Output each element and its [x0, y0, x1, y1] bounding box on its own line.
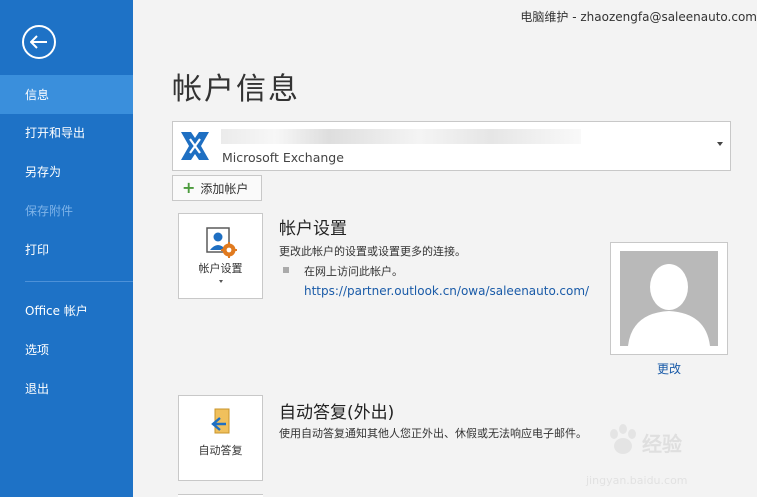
person-silhouette-icon	[628, 264, 710, 346]
dropdown-caret-icon	[717, 142, 723, 146]
owa-link[interactable]: https://partner.outlook.cn/owa/saleenaut…	[304, 284, 589, 298]
plus-icon: +	[182, 178, 196, 197]
auto-reply-tile-label: 自动答复	[198, 444, 243, 457]
watermark-url: jingyan.baidu.com	[586, 474, 688, 487]
account-settings-icon	[206, 227, 237, 258]
sidebar-item-exit[interactable]: 退出	[0, 369, 133, 408]
chevron-down-icon	[219, 280, 223, 283]
user-separator: -	[568, 10, 581, 24]
sidebar-item-save-attachments: 保存附件	[25, 204, 74, 218]
auto-reply-icon	[211, 408, 230, 434]
auto-reply-title: 自动答复(外出)	[279, 403, 395, 423]
watermark-text: 经验	[642, 432, 682, 456]
sidebar-item-save-as[interactable]: 另存为	[0, 152, 133, 191]
sidebar-item-options[interactable]: 选项	[0, 330, 133, 369]
sidebar-item-info[interactable]: 信息	[0, 75, 133, 114]
sidebar-item-open-export[interactable]: 打开和导出	[0, 113, 133, 152]
exchange-icon	[181, 132, 209, 160]
profile-photo	[620, 251, 718, 346]
page-title: 帐户信息	[172, 72, 300, 107]
sidebar-divider	[25, 281, 133, 282]
user-name: 电脑维护	[520, 10, 569, 24]
account-name-redacted	[221, 129, 581, 144]
account-settings-tile-label: 帐户设置	[198, 262, 243, 275]
user-info: 电脑维护 - zhaozengfa@saleenauto.com	[520, 8, 757, 25]
web-access-text: 在网上访问此帐户。	[304, 265, 403, 278]
account-settings-description: 更改此帐户的设置或设置更多的连接。	[279, 245, 466, 258]
paw-logo-icon	[610, 424, 636, 454]
back-button[interactable]	[22, 25, 56, 59]
auto-reply-description: 使用自动答复通知其他人您正外出、休假或无法响应电子邮件。	[279, 427, 587, 440]
add-account-label: 添加帐户	[200, 181, 249, 196]
bullet-icon	[283, 267, 289, 273]
backstage-sidebar: 信息 打开和导出 另存为 保存附件 打印 Office 帐户 选项 退出	[0, 0, 133, 497]
auto-reply-button[interactable]: 自动答复	[178, 395, 263, 481]
arrow-left-icon	[30, 35, 47, 49]
sidebar-item-office-account[interactable]: Office 帐户	[0, 291, 133, 330]
sidebar-item-print[interactable]: 打印	[0, 230, 133, 269]
add-account-button[interactable]: + 添加帐户	[172, 175, 262, 201]
user-email: zhaozengfa@saleenauto.com	[580, 10, 757, 24]
change-photo-link[interactable]: 更改	[610, 360, 728, 377]
baidu-watermark: 经验 jingyan.baidu.com	[582, 424, 732, 490]
account-type: Microsoft Exchange	[222, 150, 344, 165]
account-settings-button[interactable]: 帐户设置	[178, 213, 263, 299]
account-selector[interactable]: Microsoft Exchange	[172, 121, 731, 171]
profile-photo-frame	[610, 242, 728, 355]
account-settings-title: 帐户设置	[279, 219, 347, 239]
